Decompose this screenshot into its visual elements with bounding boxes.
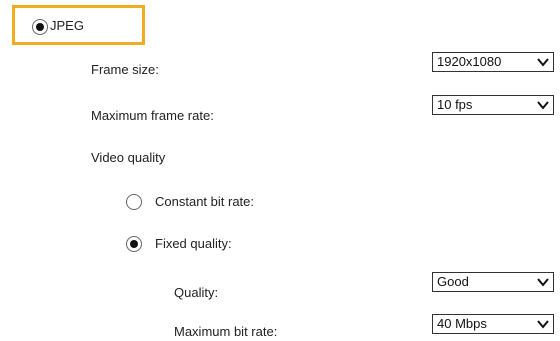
chevron-down-icon: [537, 58, 549, 67]
jpeg-settings-panel: JPEG Frame size: 1920x1080 Maximum frame…: [0, 0, 560, 341]
max-frame-rate-value: 10 fps: [437, 97, 473, 112]
video-quality-label: Video quality: [91, 150, 166, 165]
frame-size-select[interactable]: 1920x1080: [432, 52, 554, 72]
constant-bit-rate-radio[interactable]: [126, 194, 142, 210]
jpeg-radio[interactable]: [32, 19, 48, 35]
constant-bit-rate-label: Constant bit rate:: [155, 194, 254, 209]
fixed-quality-radio[interactable]: [126, 236, 142, 252]
chevron-down-icon: [537, 101, 549, 110]
quality-select[interactable]: Good: [432, 272, 554, 292]
chevron-down-icon: [537, 320, 549, 329]
max-bit-rate-value: 40 Mbps: [437, 316, 487, 331]
jpeg-label: JPEG: [50, 18, 84, 33]
frame-size-value: 1920x1080: [437, 54, 502, 69]
quality-value: Good: [437, 274, 469, 289]
max-bit-rate-select[interactable]: 40 Mbps: [432, 314, 554, 334]
max-frame-rate-select[interactable]: 10 fps: [432, 95, 554, 115]
max-frame-rate-label: Maximum frame rate:: [91, 108, 214, 123]
max-bit-rate-label: Maximum bit rate:: [174, 324, 278, 339]
quality-label: Quality:: [174, 285, 219, 300]
fixed-quality-label: Fixed quality:: [155, 236, 232, 251]
chevron-down-icon: [537, 278, 549, 287]
frame-size-label: Frame size:: [91, 62, 159, 77]
